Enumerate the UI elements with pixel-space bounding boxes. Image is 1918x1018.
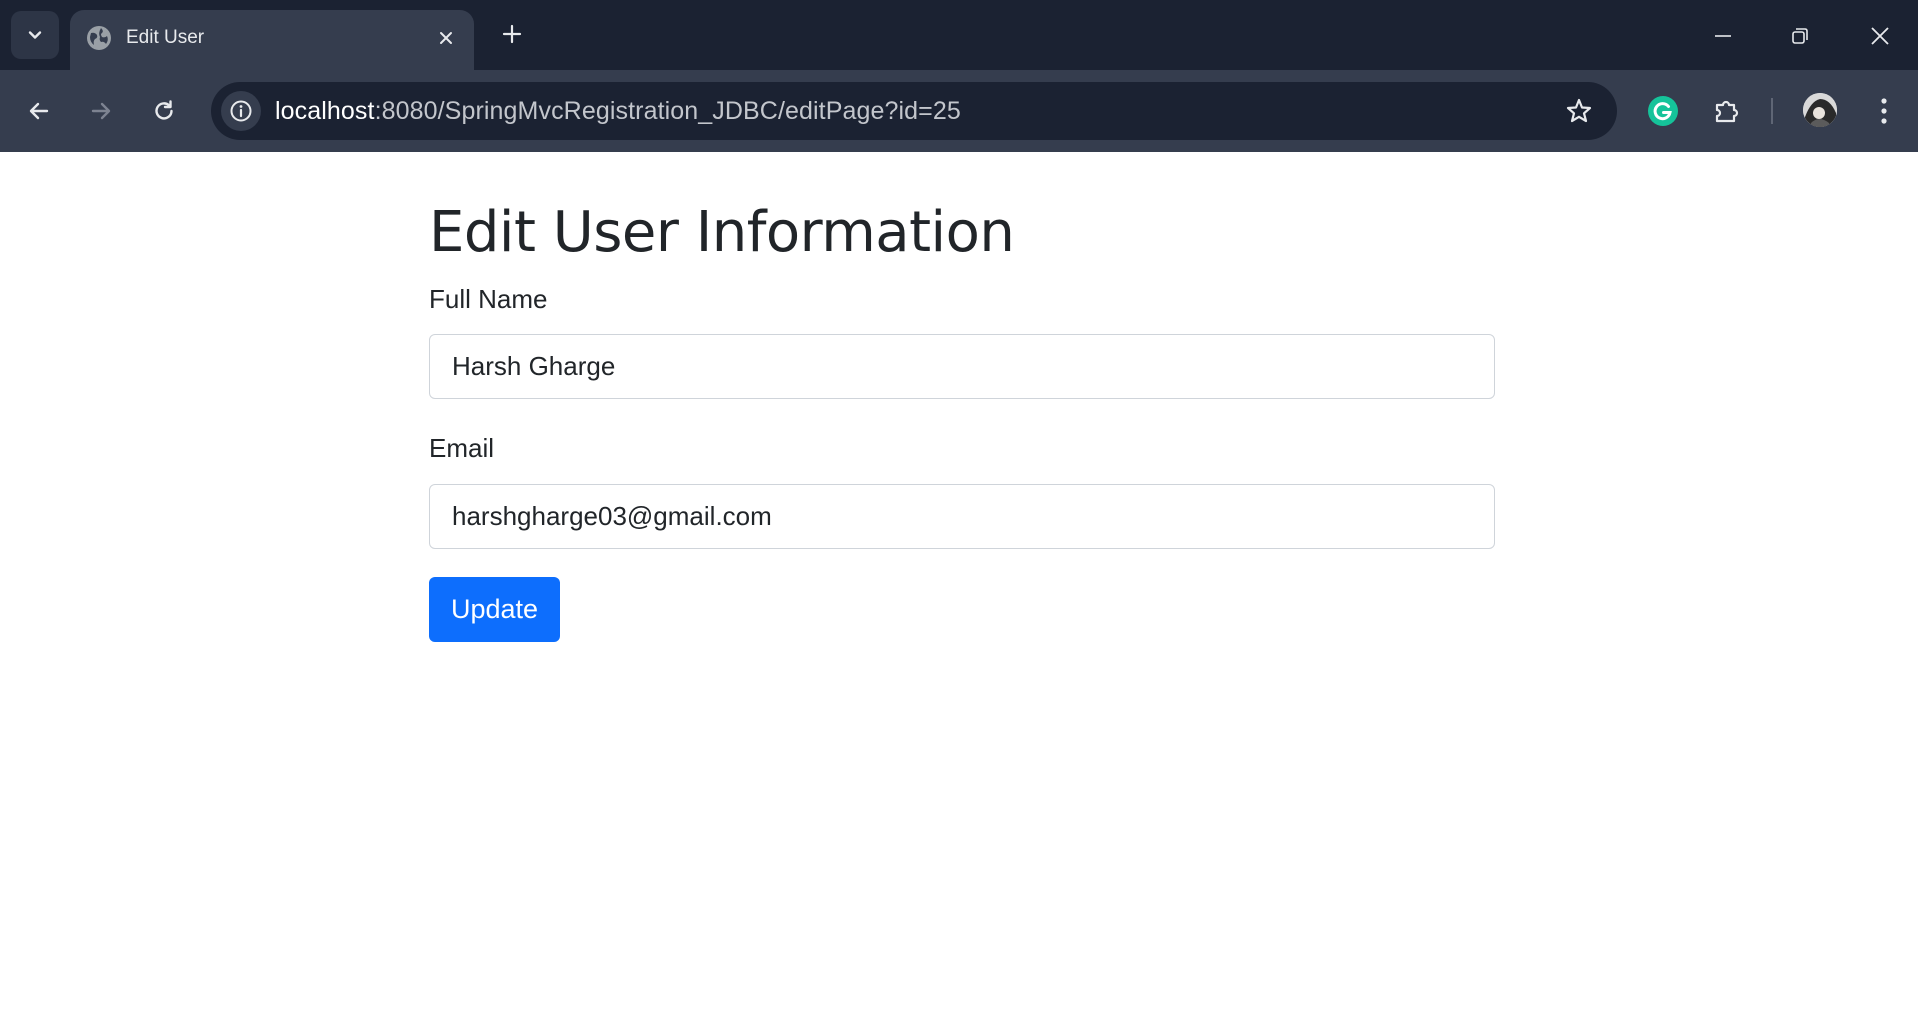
url-path: :8080/SpringMvcRegistration_JDBC/editPag… [374, 97, 961, 125]
browser-menu-button[interactable] [1862, 89, 1906, 133]
close-window-button[interactable] [1858, 14, 1902, 58]
edit-user-form-container: Edit User Information Full Name Email Up… [429, 152, 1495, 642]
back-button[interactable] [17, 89, 61, 133]
tab-title: Edit User [126, 27, 205, 48]
browser-toolbar: localhost:8080/SpringMvcRegistration_JDB… [0, 70, 1918, 152]
chevron-down-icon [28, 31, 42, 39]
kebab-menu-icon [1881, 98, 1887, 124]
toolbar-divider [1771, 98, 1773, 124]
new-tab-button[interactable] [494, 16, 530, 52]
grammarly-extension-button[interactable] [1641, 89, 1685, 133]
puzzle-icon [1715, 100, 1739, 123]
tab-edit-user[interactable]: Edit User [70, 10, 474, 70]
address-bar[interactable]: localhost:8080/SpringMvcRegistration_JDB… [211, 82, 1617, 140]
grammarly-icon [1648, 96, 1678, 126]
info-icon [230, 100, 252, 122]
page-title: Edit User Information [429, 200, 1015, 265]
arrow-left-icon [29, 102, 49, 120]
restore-icon [1792, 28, 1808, 44]
url-host: localhost [275, 97, 375, 125]
reload-button[interactable] [142, 89, 186, 133]
email-input[interactable] [429, 483, 1495, 549]
full-name-label: Full Name [429, 284, 548, 315]
bookmark-button[interactable] [1563, 95, 1595, 127]
tab-search-button[interactable] [11, 11, 59, 59]
site-info-button[interactable] [221, 91, 261, 131]
close-icon [440, 32, 452, 44]
minimize-button[interactable] [1701, 14, 1745, 58]
reload-icon [155, 100, 173, 120]
tab-close-button[interactable] [432, 24, 460, 52]
tab-strip: Edit User [0, 0, 1918, 70]
plus-icon [502, 24, 522, 44]
close-icon [1871, 27, 1889, 45]
update-button[interactable]: Update [429, 576, 561, 642]
avatar-icon [1803, 93, 1837, 127]
minimize-icon [1715, 35, 1731, 37]
star-icon [1566, 98, 1592, 123]
email-group: Email [429, 433, 1495, 549]
extensions-button[interactable] [1705, 89, 1749, 133]
url-text[interactable]: localhost:8080/SpringMvcRegistration_JDB… [275, 97, 961, 126]
full-name-input[interactable] [429, 334, 1495, 400]
globe-icon [87, 26, 111, 50]
restore-button[interactable] [1778, 14, 1822, 58]
email-label: Email [429, 433, 495, 464]
profile-avatar[interactable] [1803, 93, 1837, 127]
arrow-right-icon [91, 102, 111, 120]
full-name-group: Full Name [429, 284, 1495, 400]
forward-button[interactable] [79, 89, 123, 133]
